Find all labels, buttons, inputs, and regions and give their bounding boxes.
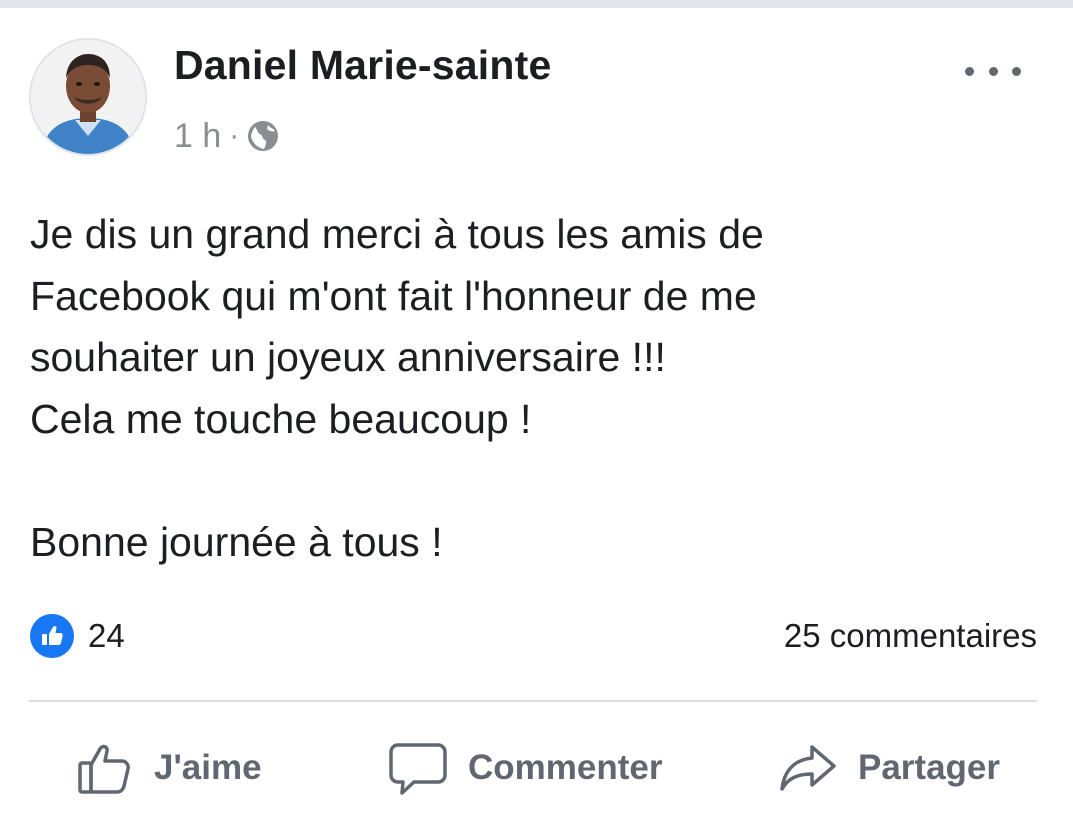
like-reaction-icon[interactable]	[30, 614, 74, 658]
post-card: Daniel Marie-sainte 1 h · Je dis un gran…	[0, 8, 1073, 831]
post-time[interactable]: 1 h	[174, 117, 221, 156]
thumbs-up-icon	[78, 744, 130, 794]
comment-label: Commenter	[468, 748, 663, 787]
post-body-line: Cela me touche beaucoup !	[30, 395, 532, 442]
post-body-line: souhaiter un joyeux anniversaire !!!	[30, 334, 666, 380]
post-meta: 1 h ·	[174, 114, 280, 158]
top-bar	[0, 0, 1073, 8]
author-name[interactable]: Daniel Marie-sainte	[174, 42, 552, 89]
comment-bubble-icon	[389, 743, 447, 795]
share-label: Partager	[858, 748, 1001, 787]
comment-count[interactable]: 25 commentaires	[784, 614, 1037, 658]
avatar[interactable]	[29, 38, 147, 156]
post-body-line: Facebook qui m'ont fait l'honneur de me	[30, 272, 757, 319]
post-body-line: Je dis un grand merci à tous les amis de	[30, 211, 764, 257]
post-body: Je dis un grand merci à tous les amis de…	[30, 204, 1040, 573]
meta-separator: ·	[229, 119, 240, 152]
globe-icon	[246, 119, 280, 153]
more-options-icon[interactable]	[965, 56, 1021, 86]
post-body-blank-line	[30, 450, 1040, 512]
share-button[interactable]: Partager	[778, 736, 1000, 800]
divider	[29, 700, 1037, 702]
post-body-line: Bonne journée à tous !	[30, 518, 443, 565]
like-label: J'aime	[154, 748, 262, 787]
like-button[interactable]: J'aime	[76, 736, 262, 800]
like-count[interactable]: 24	[88, 614, 125, 658]
share-arrow-icon	[780, 745, 836, 791]
comment-button[interactable]: Commenter	[388, 736, 662, 800]
